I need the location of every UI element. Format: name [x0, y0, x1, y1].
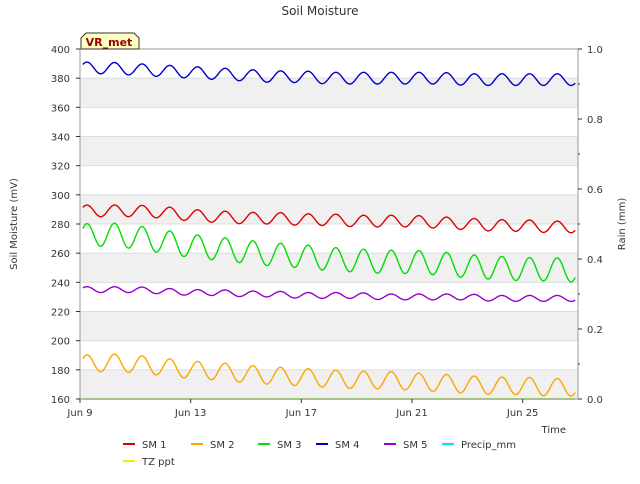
legend-item: Precip_mm [442, 440, 516, 451]
legend-label: SM 4 [335, 440, 360, 451]
chart-svg: 160180200220240260280300320340360380400 … [9, 4, 628, 468]
y2-tick-label: 0.8 [587, 115, 603, 126]
y-axis: 160 180 200 220 240 260 280 300 320 340 360 380 400 [51, 45, 80, 406]
legend-item: SM 5 [384, 440, 428, 451]
y-tick-label: 180 [51, 366, 70, 377]
y-tick-label: 220 [51, 308, 70, 319]
legend-item: SM 2 [191, 440, 235, 451]
y2-tick-label: 1.0 [587, 45, 603, 56]
station-badge-label: VR_met [86, 36, 133, 49]
legend-label: SM 2 [210, 440, 235, 451]
legend-label: SM 5 [403, 440, 428, 451]
legend-label: SM 3 [277, 440, 302, 451]
y-tick-label: 380 [51, 74, 70, 85]
y2-axis: 0.0 0.2 0.4 0.6 0.8 1.0 [578, 45, 603, 406]
band-stripe [80, 136, 578, 166]
band-stripe [80, 78, 578, 108]
x-tick-label: Jun 9 [66, 408, 92, 419]
legend-item: SM 3 [258, 440, 302, 451]
background-bands [80, 48, 578, 400]
legend-label: SM 1 [142, 440, 167, 451]
series-lines [82, 61, 576, 400]
y2-tick-label: 0.6 [587, 185, 603, 196]
y-tick-label: 200 [51, 337, 70, 348]
band-stripe [80, 311, 578, 341]
y2-axis-label: Rain (mm) [617, 198, 628, 251]
y-tick-label: 340 [51, 133, 70, 144]
y-tick-label: 320 [51, 162, 70, 173]
chart-title: Soil Moisture [281, 4, 358, 18]
x-axis-label: Time [541, 425, 566, 436]
legend-item: SM 4 [316, 440, 360, 451]
x-tick-label: Jun 25 [506, 408, 539, 419]
x-tick-label: Jun 17 [285, 408, 318, 419]
y-tick-label: 300 [51, 191, 70, 202]
legend-item: TZ ppt [123, 457, 175, 468]
y2-tick-label: 0.4 [587, 255, 603, 266]
x-tick-label: Jun 13 [174, 408, 207, 419]
y-tick-label: 160 [51, 395, 70, 406]
y-tick-label: 280 [51, 220, 70, 231]
y2-tick-label: 0.2 [587, 325, 603, 336]
y2-tick-label: 0.0 [587, 395, 603, 406]
y-axis-label: Soil Moisture (mV) [9, 178, 20, 270]
station-badge: VR_met [80, 32, 140, 50]
legend-label: Precip_mm [461, 440, 516, 451]
x-axis: Jun 9 Jun 13 Jun 17 Jun 21 Jun 25 [66, 399, 538, 419]
y-tick-label: 240 [51, 278, 70, 289]
legend: SM 1 SM 2 SM 3 SM 4 SM 5 Precip_mm TZ ppt [123, 440, 516, 468]
legend-label: TZ ppt [141, 457, 175, 468]
legend-item: SM 1 [123, 440, 167, 451]
y-tick-label: 360 [51, 103, 70, 114]
chart: 160 180 200 220 240 260 280 300 320 340 360 380 400 … [0, 0, 640, 480]
y-tick-label: 400 [51, 45, 70, 56]
series-line-sm-5 [82, 286, 576, 302]
x-tick-label: Jun 21 [395, 408, 428, 419]
y-tick-label: 260 [51, 249, 70, 260]
